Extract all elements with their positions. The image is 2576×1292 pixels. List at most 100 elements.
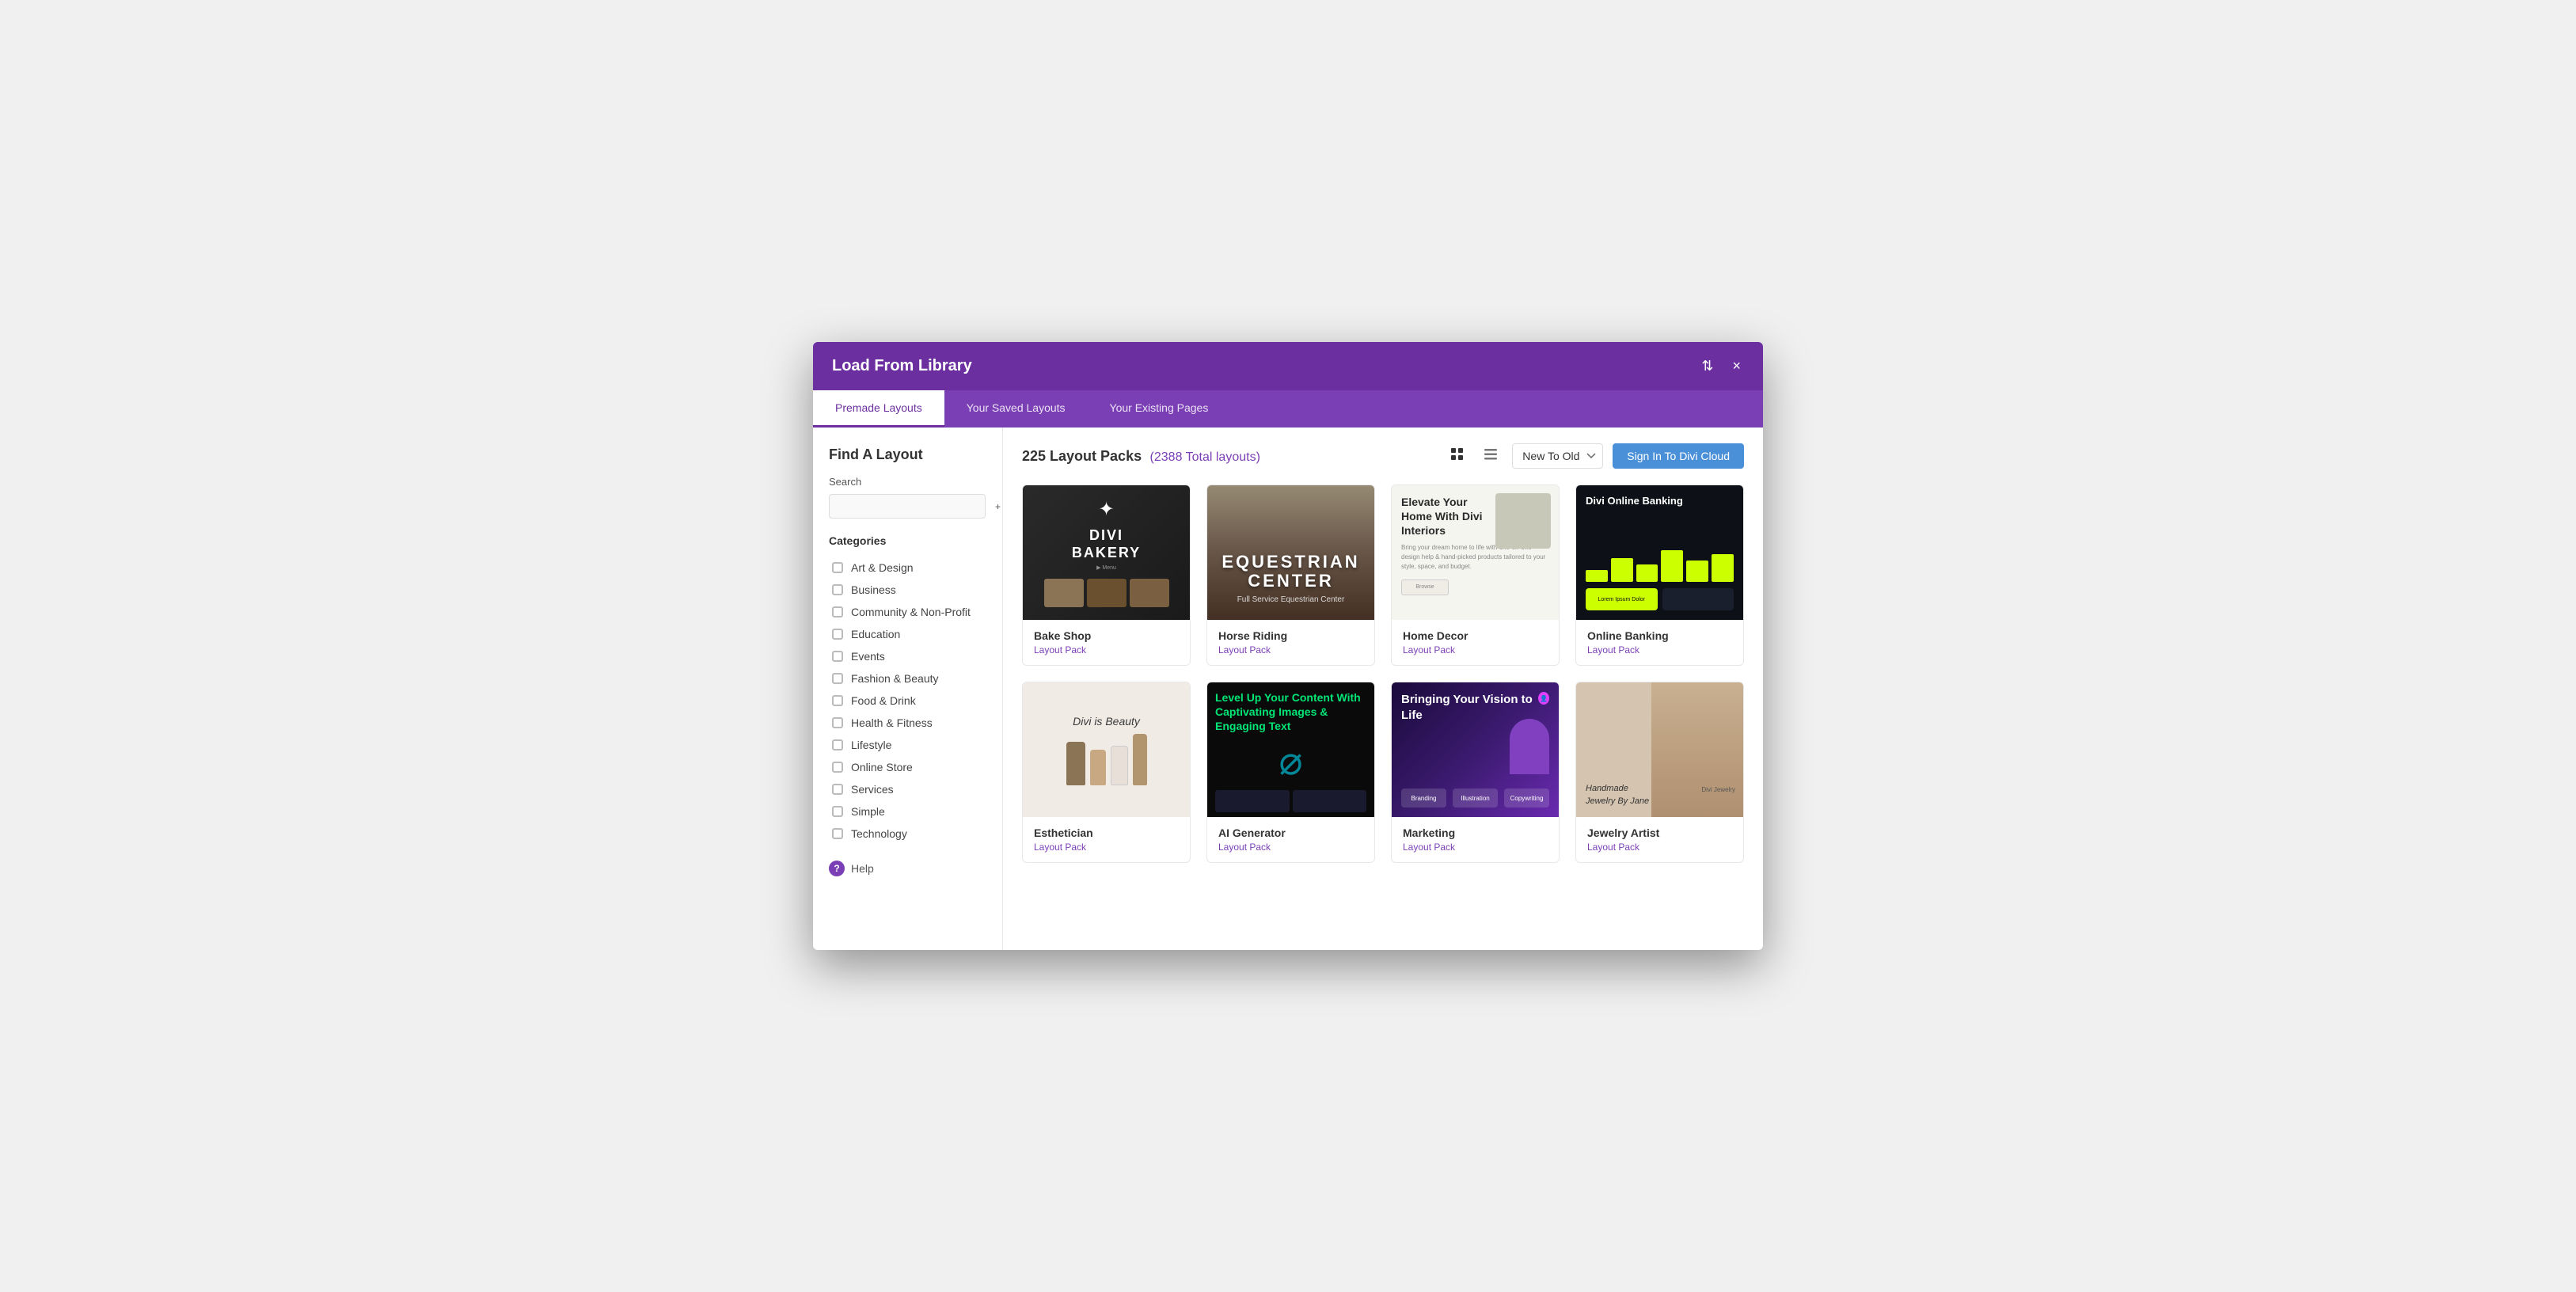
layout-card-info-horse-riding: Horse Riding Layout Pack bbox=[1207, 620, 1374, 665]
tab-existing-pages[interactable]: Your Existing Pages bbox=[1088, 390, 1231, 428]
horse-thumb-title: EQUESTRIANCENTER bbox=[1222, 553, 1359, 591]
category-item-technology[interactable]: Technology bbox=[829, 823, 986, 845]
category-item-fashion[interactable]: Fashion & Beauty bbox=[829, 667, 986, 690]
categories-list: Art & Design Business Community & Non-Prof… bbox=[829, 557, 986, 845]
sort-select[interactable]: New To Old Old To New A to Z Z to A bbox=[1512, 443, 1603, 469]
category-label-fashion: Fashion & Beauty bbox=[851, 672, 939, 685]
layout-card-type-ai-generator: Layout Pack bbox=[1218, 842, 1363, 853]
layout-card-thumb-jewelry-artist: Handmade Jewelry By Jane Divi Jewelry bbox=[1576, 682, 1743, 817]
category-item-events[interactable]: Events bbox=[829, 645, 986, 667]
layout-count: 225 Layout Packs (2388 Total layouts) bbox=[1022, 448, 1260, 465]
category-item-business[interactable]: Business bbox=[829, 579, 986, 601]
layout-card-horse-riding[interactable]: EQUESTRIANCENTER Full Service Equestrian… bbox=[1206, 484, 1375, 666]
sort-icon-button[interactable]: ⇅ bbox=[1698, 355, 1716, 378]
category-label-services: Services bbox=[851, 783, 894, 796]
sidebar-title: Find A Layout bbox=[829, 446, 986, 463]
layout-card-ai-generator[interactable]: Level Up Your Content With Captivating I… bbox=[1206, 682, 1375, 863]
modal-tabs: Premade Layouts Your Saved Layouts Your … bbox=[813, 390, 1763, 428]
category-item-health[interactable]: Health & Fitness bbox=[829, 712, 986, 734]
marketing-person bbox=[1510, 719, 1549, 774]
category-item-online-store[interactable]: Online Store bbox=[829, 756, 986, 778]
jewelry-model bbox=[1651, 682, 1743, 817]
category-checkbox-business bbox=[832, 584, 843, 595]
layout-card-type-online-banking: Layout Pack bbox=[1587, 644, 1732, 656]
category-item-education[interactable]: Education bbox=[829, 623, 986, 645]
layout-card-bake-shop[interactable]: ✦ DIVIBAKERY ▶ Menu Bake Shop Layout Pac… bbox=[1022, 484, 1191, 666]
category-item-art-design[interactable]: Art & Design bbox=[829, 557, 986, 579]
layout-card-online-banking[interactable]: Divi Online Banking Lorem Ipsum Dolor On… bbox=[1575, 484, 1744, 666]
marketing-user-icon: 👤 bbox=[1538, 692, 1549, 705]
home-decor-thumb-img bbox=[1495, 493, 1551, 549]
category-item-community[interactable]: Community & Non-Profit bbox=[829, 601, 986, 623]
layout-card-type-bake-shop: Layout Pack bbox=[1034, 644, 1179, 656]
esthetician-thumb-title: Divi is Beauty bbox=[1073, 715, 1140, 728]
category-label-simple: Simple bbox=[851, 805, 885, 818]
layout-count-total: (2388 Total layouts) bbox=[1150, 450, 1260, 464]
category-label-events: Events bbox=[851, 650, 885, 663]
layout-card-esthetician[interactable]: Divi is Beauty Esthetician Layout Pack bbox=[1022, 682, 1191, 863]
load-from-library-modal: Load From Library ⇅ × Premade Layouts Yo… bbox=[813, 342, 1763, 950]
filter-button[interactable]: + Filter bbox=[992, 498, 1003, 515]
ai-thumb-title: Level Up Your Content With Captivating I… bbox=[1215, 690, 1366, 734]
layout-card-type-esthetician: Layout Pack bbox=[1034, 842, 1179, 853]
list-view-button[interactable] bbox=[1479, 444, 1503, 469]
close-button[interactable]: × bbox=[1729, 355, 1744, 378]
layout-card-thumb-online-banking: Divi Online Banking Lorem Ipsum Dolor bbox=[1576, 485, 1743, 620]
content-header: 225 Layout Packs (2388 Total layouts) bbox=[1022, 443, 1744, 469]
layout-card-jewelry-artist[interactable]: Handmade Jewelry By Jane Divi Jewelry Je… bbox=[1575, 682, 1744, 863]
layout-card-thumb-marketing: Bringing Your Vision to Life 👤 Branding … bbox=[1392, 682, 1559, 817]
layout-card-type-jewelry-artist: Layout Pack bbox=[1587, 842, 1732, 853]
banking-cards: Lorem Ipsum Dolor bbox=[1586, 588, 1734, 610]
jewelry-logo: Divi Jewelry bbox=[1701, 786, 1735, 793]
tab-premade-layouts[interactable]: Premade Layouts bbox=[813, 390, 944, 428]
modal-header: Load From Library ⇅ × bbox=[813, 342, 1763, 390]
category-checkbox-simple bbox=[832, 806, 843, 817]
category-checkbox-health bbox=[832, 717, 843, 728]
category-checkbox-food bbox=[832, 695, 843, 706]
help-button[interactable]: ? Help bbox=[829, 861, 986, 876]
layout-card-thumb-bake-shop: ✦ DIVIBAKERY ▶ Menu bbox=[1023, 485, 1190, 620]
category-label-lifestyle: Lifestyle bbox=[851, 739, 891, 751]
category-checkbox-fashion bbox=[832, 673, 843, 684]
category-item-food[interactable]: Food & Drink bbox=[829, 690, 986, 712]
layout-card-thumb-ai-generator: Level Up Your Content With Captivating I… bbox=[1207, 682, 1374, 817]
layout-card-home-decor[interactable]: Elevate Your Home With Divi Interiors Br… bbox=[1391, 484, 1560, 666]
marketing-thumb-title: Bringing Your Vision to Life bbox=[1401, 692, 1538, 723]
content-controls: New To Old Old To New A to Z Z to A Sign… bbox=[1446, 443, 1744, 469]
category-item-lifestyle[interactable]: Lifestyle bbox=[829, 734, 986, 756]
layout-card-type-home-decor: Layout Pack bbox=[1403, 644, 1548, 656]
marketing-icons: Branding Illustration Copywriting bbox=[1401, 788, 1549, 808]
layout-card-info-online-banking: Online Banking Layout Pack bbox=[1576, 620, 1743, 665]
layouts-grid: ✦ DIVIBAKERY ▶ Menu Bake Shop Layout Pac… bbox=[1022, 484, 1744, 863]
layout-card-type-horse-riding: Layout Pack bbox=[1218, 644, 1363, 656]
horse-thumb-subtitle: Full Service Equestrian Center bbox=[1222, 595, 1359, 604]
ai-swirl-icon: ⌀ bbox=[1215, 738, 1366, 784]
bake-shop-images bbox=[1044, 579, 1169, 607]
category-checkbox-lifestyle bbox=[832, 739, 843, 750]
category-checkbox-services bbox=[832, 784, 843, 795]
category-label-online-store: Online Store bbox=[851, 761, 913, 773]
sign-in-cloud-button[interactable]: Sign In To Divi Cloud bbox=[1613, 443, 1744, 469]
category-label-art-design: Art & Design bbox=[851, 561, 914, 574]
category-item-simple[interactable]: Simple bbox=[829, 800, 986, 823]
category-label-community: Community & Non-Profit bbox=[851, 606, 971, 618]
layout-card-name-jewelry-artist: Jewelry Artist bbox=[1587, 826, 1732, 839]
search-input[interactable] bbox=[829, 494, 986, 519]
tab-saved-layouts[interactable]: Your Saved Layouts bbox=[944, 390, 1088, 428]
home-decor-thumb-title: Elevate Your Home With Divi Interiors bbox=[1401, 495, 1490, 538]
layout-card-name-ai-generator: AI Generator bbox=[1218, 826, 1363, 839]
modal-body: Find A Layout Search + Filter Categories… bbox=[813, 428, 1763, 950]
help-icon: ? bbox=[829, 861, 845, 876]
layout-count-number: 225 Layout Packs bbox=[1022, 448, 1142, 464]
main-content: 225 Layout Packs (2388 Total layouts) bbox=[1003, 428, 1763, 950]
ai-bottom bbox=[1215, 790, 1366, 812]
list-icon bbox=[1484, 447, 1498, 462]
layout-card-marketing[interactable]: Bringing Your Vision to Life 👤 Branding … bbox=[1391, 682, 1560, 863]
grid-view-button[interactable] bbox=[1446, 444, 1469, 469]
layout-card-info-marketing: Marketing Layout Pack bbox=[1392, 817, 1559, 862]
category-item-services[interactable]: Services bbox=[829, 778, 986, 800]
layout-card-name-marketing: Marketing bbox=[1403, 826, 1548, 839]
banking-chart bbox=[1586, 542, 1734, 582]
category-checkbox-events bbox=[832, 651, 843, 662]
esthetician-bottles bbox=[1066, 734, 1147, 785]
